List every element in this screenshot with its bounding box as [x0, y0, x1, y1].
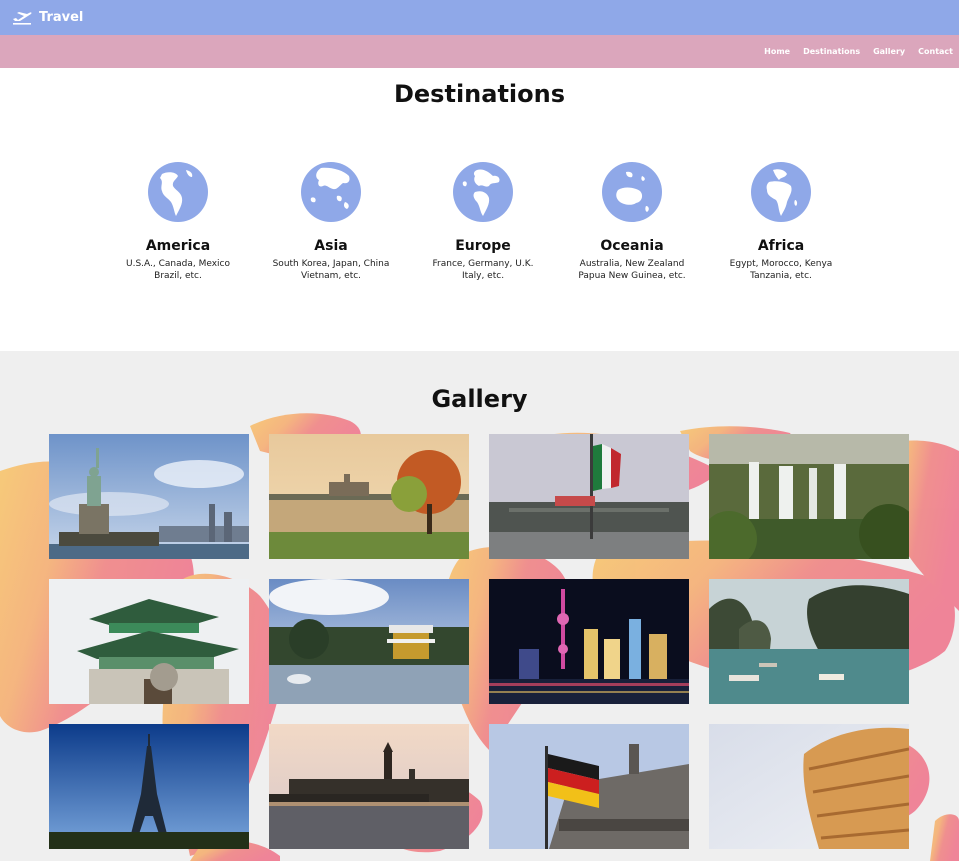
destinations-title: Destinations	[393, 80, 566, 108]
destination-countries: U.S.A., Canada, Mexico Brazil, etc.	[126, 259, 230, 281]
destination-oceania: Oceania Australia, New Zealand Papua New …	[552, 162, 712, 282]
nav-home[interactable]: Home	[764, 47, 790, 56]
nav-destinations[interactable]: Destinations	[803, 47, 860, 56]
gallery-photo-korean-palace-gate[interactable]	[49, 579, 249, 704]
gallery-photo-london-parliament-bridge[interactable]	[269, 724, 469, 849]
gallery-photo-ha-long-bay[interactable]	[709, 579, 909, 704]
globe-africa-icon	[751, 162, 811, 222]
gallery-photo-statue-of-liberty[interactable]	[49, 434, 249, 559]
gallery-title: Gallery	[431, 385, 528, 413]
destination-name: America	[145, 238, 211, 254]
airplane-takeoff-icon	[13, 11, 32, 25]
destination-countries: Australia, New Zealand Papua New Guinea, …	[578, 259, 686, 281]
gallery-photo-eiffel-tower[interactable]	[49, 724, 249, 849]
gallery-section: Gallery	[0, 351, 959, 861]
globe-europe-icon	[453, 162, 513, 222]
destination-america: America U.S.A., Canada, Mexico Brazil, et…	[98, 162, 258, 282]
gallery-photo-mexico-flag-plaza[interactable]	[489, 434, 689, 559]
destination-name: Europe	[455, 238, 511, 254]
globe-oceania-icon	[602, 162, 662, 222]
gallery-photo-leaning-tower-pisa[interactable]	[709, 724, 909, 849]
destination-name: Oceania	[600, 238, 664, 254]
globe-americas-icon	[148, 162, 208, 222]
gallery-photo-shanghai-skyline-night[interactable]	[489, 579, 689, 704]
destination-name: Asia	[314, 238, 348, 254]
destination-countries: France, Germany, U.K. Italy, etc.	[432, 259, 534, 281]
gallery-photo-golden-pavilion-snow[interactable]	[269, 579, 469, 704]
destination-europe: Europe France, Germany, U.K. Italy, etc.	[403, 162, 563, 282]
gallery-photo-lake-castle-autumn[interactable]	[269, 434, 469, 559]
globe-asia-icon	[301, 162, 361, 222]
gallery-photo-germany-flag-reichstag[interactable]	[489, 724, 689, 849]
nav-bar: Home Destinations Gallery Contact	[0, 35, 959, 68]
brand-title[interactable]: Travel	[39, 10, 83, 25]
top-bar: Travel	[0, 0, 959, 35]
destination-name: Africa	[757, 238, 805, 254]
destination-countries: Egypt, Morocco, Kenya Tanzania, etc.	[729, 259, 833, 281]
nav-contact[interactable]: Contact	[918, 47, 953, 56]
destination-asia: Asia South Korea, Japan, China Vietnam, e…	[251, 162, 411, 282]
destination-countries: South Korea, Japan, China Vietnam, etc.	[272, 259, 390, 281]
gallery-photo-waterfalls[interactable]	[709, 434, 909, 559]
nav-gallery[interactable]: Gallery	[873, 47, 905, 56]
destination-africa: Africa Egypt, Morocco, Kenya Tanzania, et…	[701, 162, 861, 282]
